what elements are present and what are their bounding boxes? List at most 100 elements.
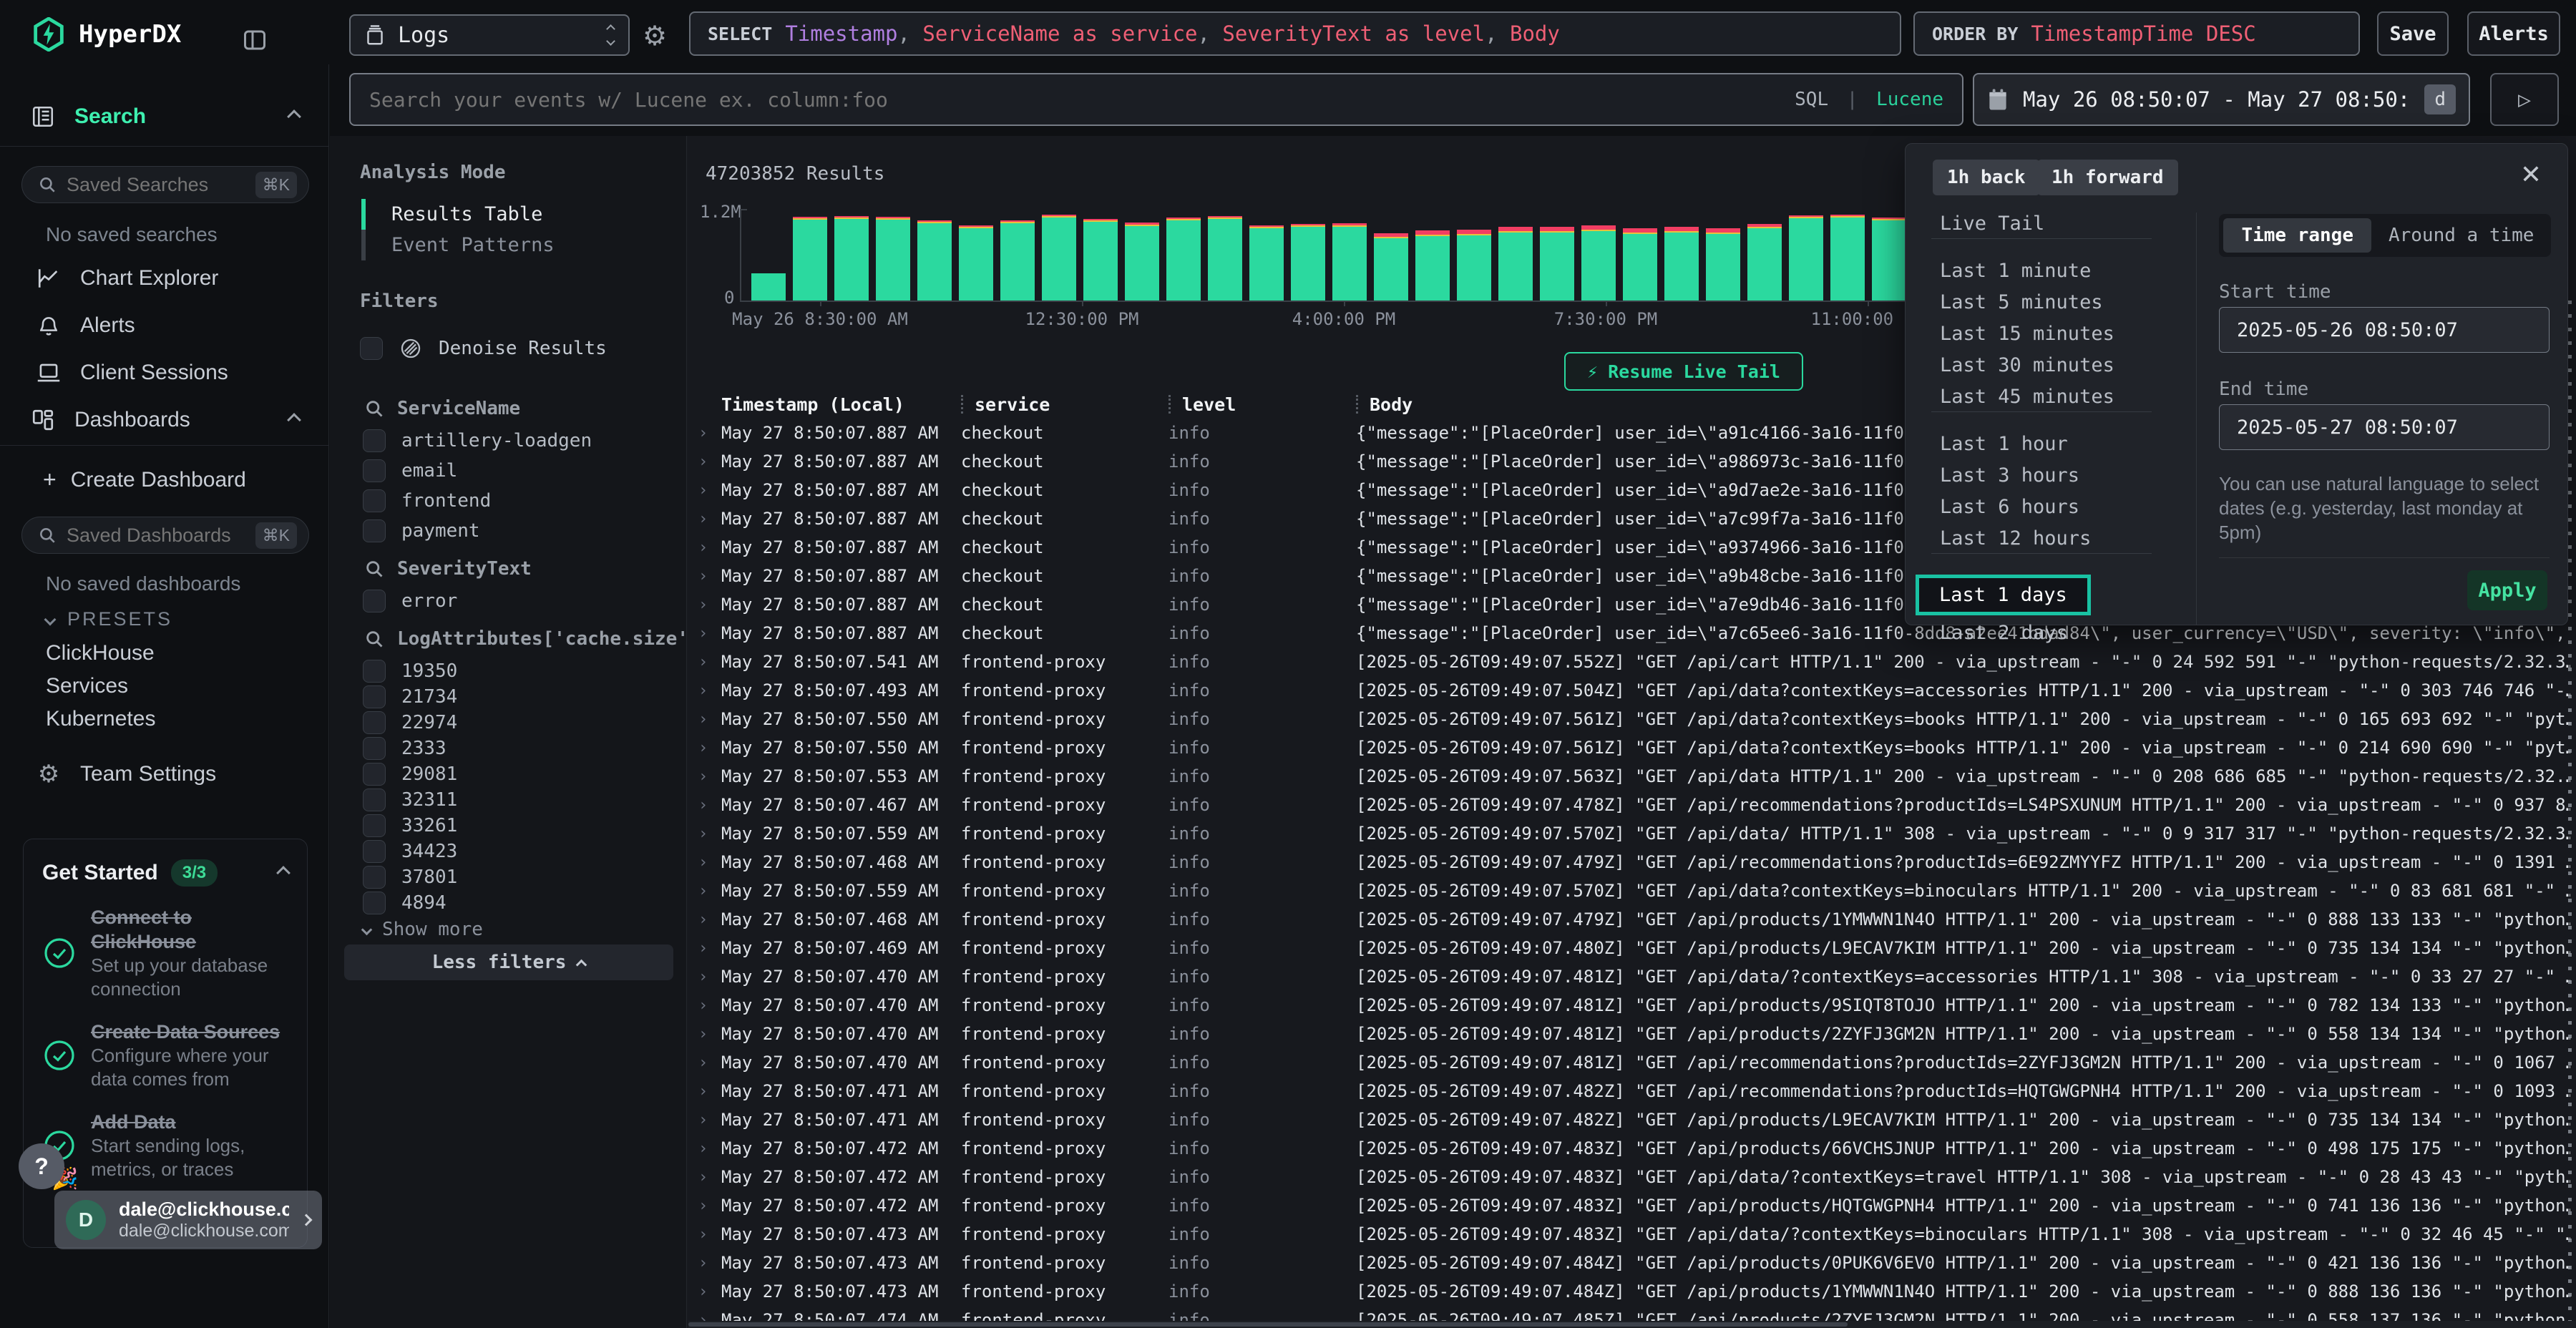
resume-live-tail-button[interactable]: ⚡ Resume Live Tail (1564, 352, 1803, 391)
histogram-bar[interactable] (1332, 223, 1367, 301)
column-header-service[interactable]: service (961, 394, 1169, 415)
column-header-timestamp[interactable]: Timestamp (Local) (721, 394, 961, 415)
table-row[interactable]: ›May 27 8:50:07.470 AMfrontend-proxyinfo… (688, 962, 2570, 991)
search-icon[interactable] (364, 559, 384, 579)
filter-value-row[interactable]: error (363, 590, 457, 612)
histogram-bar[interactable] (1291, 224, 1325, 301)
filter-checkbox[interactable] (363, 814, 386, 837)
filter-value-row[interactable]: 19350 (363, 660, 457, 683)
search-icon[interactable] (364, 399, 384, 419)
histogram-bar[interactable] (1706, 228, 1740, 301)
table-row[interactable]: ›May 27 8:50:07.472 AMfrontend-proxyinfo… (688, 1163, 2570, 1191)
table-row[interactable]: ›May 27 8:50:07.467 AMfrontend-proxyinfo… (688, 791, 2570, 819)
table-row[interactable]: ›May 27 8:50:07.559 AMfrontend-proxyinfo… (688, 819, 2570, 848)
histogram-bar[interactable] (1540, 227, 1574, 301)
analysis-mode-results-table[interactable]: Results Table (361, 199, 662, 230)
filter-checkbox[interactable] (363, 685, 386, 708)
time-preset-last-1-days[interactable]: Last 1 days (1916, 575, 2091, 615)
row-expand-chevron[interactable]: › (688, 1140, 721, 1158)
scrollbar-thumb[interactable] (688, 1322, 1848, 1327)
language-lucene-option[interactable]: Lucene (1876, 89, 1943, 110)
row-expand-chevron[interactable]: › (688, 711, 721, 728)
sidebar-preset-kubernetes[interactable]: Kubernetes (46, 707, 155, 731)
time-preset-last-15-minutes[interactable]: Last 15 minutes (1940, 323, 2114, 345)
time-preset-last-2-days[interactable]: Last 2 days (1940, 622, 2068, 644)
filter-checkbox[interactable] (363, 892, 386, 914)
table-row[interactable]: ›May 27 8:50:07.468 AMfrontend-proxyinfo… (688, 848, 2570, 877)
histogram-bar[interactable] (1249, 225, 1284, 301)
time-preset-last-5-minutes[interactable]: Last 5 minutes (1940, 291, 2103, 313)
dashboards-collapse-icon[interactable] (287, 413, 301, 427)
time-preset-last-6-hours[interactable]: Last 6 hours (1940, 496, 2079, 518)
time-preset-last-12-hours[interactable]: Last 12 hours (1940, 527, 2091, 550)
table-row[interactable]: ›May 27 8:50:07.470 AMfrontend-proxyinfo… (688, 991, 2570, 1020)
search-input[interactable] (369, 88, 1780, 112)
filter-value-row[interactable]: 29081 (363, 763, 457, 786)
histogram-bar[interactable] (1830, 215, 1865, 301)
sidebar-preset-services[interactable]: Services (46, 674, 128, 698)
histogram-bar[interactable] (917, 220, 952, 301)
histogram-bar[interactable] (1125, 223, 1159, 301)
filter-value-row[interactable]: email (363, 459, 457, 482)
histogram-bar[interactable] (876, 217, 910, 301)
source-settings-gear-icon[interactable]: ⚙ (643, 20, 667, 52)
filter-value-row[interactable]: 37801 (363, 866, 457, 889)
sidebar-section-search[interactable]: Search (30, 104, 299, 129)
table-row[interactable]: ›May 27 8:50:07.553 AMfrontend-proxyinfo… (688, 762, 2570, 791)
row-expand-chevron[interactable]: › (688, 1283, 721, 1301)
row-expand-chevron[interactable]: › (688, 1168, 721, 1186)
run-query-button[interactable]: ▷ (2490, 73, 2559, 126)
row-expand-chevron[interactable]: › (688, 682, 721, 700)
row-expand-chevron[interactable]: › (688, 968, 721, 986)
right-resize-handle[interactable] (2568, 301, 2572, 1321)
row-expand-chevron[interactable]: › (688, 854, 721, 872)
row-expand-chevron[interactable]: › (688, 625, 721, 643)
histogram-bar[interactable] (751, 273, 786, 301)
filter-checkbox[interactable] (363, 459, 386, 482)
column-header-level[interactable]: level (1169, 394, 1356, 415)
sql-select-editor[interactable]: SELECT Timestamp, ServiceName as service… (689, 11, 1901, 56)
one-hour-forward-button[interactable]: 1h forward (2037, 160, 2178, 195)
tab-time-range[interactable]: Time range (2223, 218, 2371, 253)
language-sql-option[interactable]: SQL (1795, 89, 1828, 110)
row-expand-chevron[interactable]: › (688, 1083, 721, 1100)
time-preset-live-tail[interactable]: Live Tail (1940, 213, 2044, 235)
table-row[interactable]: ›May 27 8:50:07.471 AMfrontend-proxyinfo… (688, 1077, 2570, 1105)
row-expand-chevron[interactable]: › (688, 1054, 721, 1072)
table-row[interactable]: ›May 27 8:50:07.470 AMfrontend-proxyinfo… (688, 1020, 2570, 1048)
saved-dashboards-search[interactable]: ⌘K (21, 517, 309, 554)
close-icon[interactable]: ✕ (2520, 160, 2542, 190)
sidebar-preset-clickhouse[interactable]: ClickHouse (46, 641, 155, 665)
collapse-sidebar-icon[interactable] (242, 27, 268, 53)
histogram-bar[interactable] (1166, 218, 1201, 301)
row-expand-chevron[interactable]: › (688, 768, 721, 786)
column-resize-handle[interactable] (1169, 395, 1171, 414)
row-expand-chevron[interactable]: › (688, 453, 721, 471)
table-row[interactable]: ›May 27 8:50:07.469 AMfrontend-proxyinfo… (688, 934, 2570, 962)
row-expand-chevron[interactable]: › (688, 825, 721, 843)
row-expand-chevron[interactable]: › (688, 939, 721, 957)
row-expand-chevron[interactable]: › (688, 1197, 721, 1215)
sidebar-item-team-settings[interactable]: ⚙ Team Settings (36, 760, 216, 788)
filter-value-row[interactable]: 2333 (363, 737, 447, 760)
row-expand-chevron[interactable]: › (688, 1111, 721, 1129)
histogram-bar[interactable] (1208, 216, 1242, 301)
filter-checkbox[interactable] (363, 429, 386, 452)
row-expand-chevron[interactable]: › (688, 1254, 721, 1272)
histogram-bar[interactable] (834, 216, 869, 301)
table-row[interactable]: ›May 27 8:50:07.559 AMfrontend-proxyinfo… (688, 877, 2570, 905)
histogram-bar[interactable] (1083, 219, 1118, 301)
table-row[interactable]: ›May 27 8:50:07.472 AMfrontend-proxyinfo… (688, 1191, 2570, 1220)
table-row[interactable]: ›May 27 8:50:07.471 AMfrontend-proxyinfo… (688, 1105, 2570, 1134)
histogram-bar[interactable] (1623, 228, 1657, 301)
sidebar-section-dashboards[interactable]: Dashboards (30, 408, 299, 432)
filter-checkbox[interactable] (363, 763, 386, 786)
column-resize-handle[interactable] (1356, 395, 1358, 414)
row-expand-chevron[interactable]: › (688, 596, 721, 614)
search-section-collapse-icon[interactable] (287, 109, 301, 124)
histogram-bar[interactable] (1581, 225, 1616, 301)
filter-checkbox[interactable] (363, 737, 386, 760)
time-preset-last-3-hours[interactable]: Last 3 hours (1940, 464, 2079, 487)
histogram-bar[interactable] (1042, 215, 1076, 301)
histogram-bar[interactable] (1000, 220, 1035, 301)
